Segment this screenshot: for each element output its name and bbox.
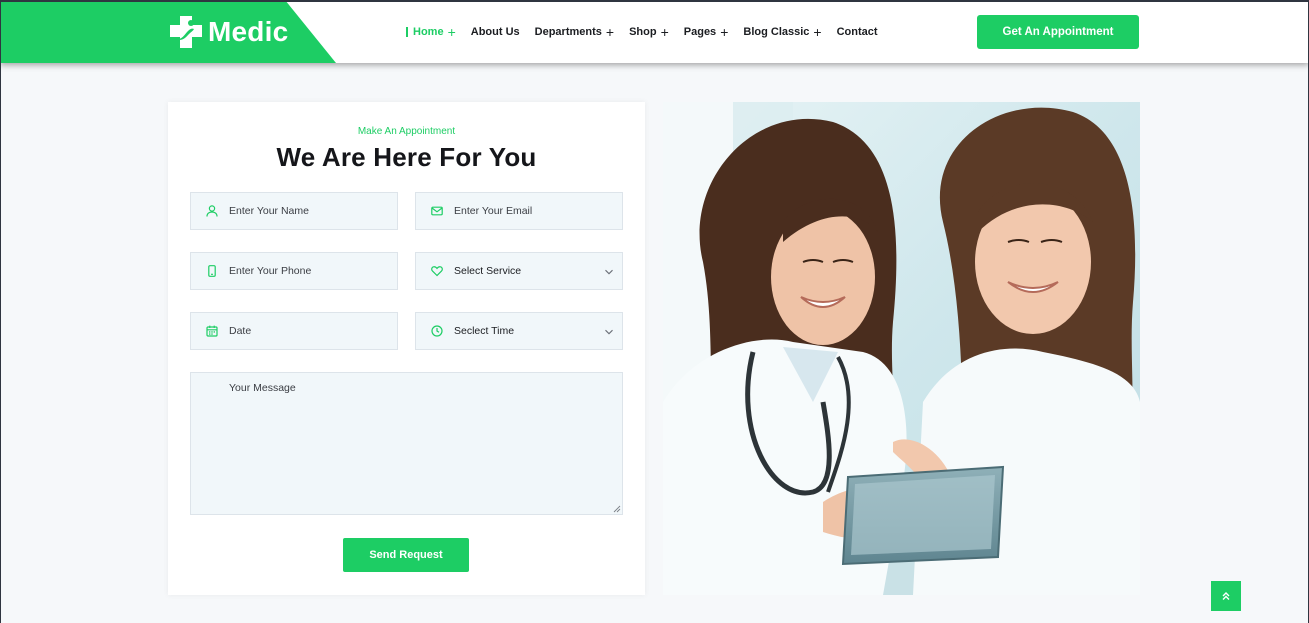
nav-label: Shop [629,26,657,38]
plus-icon: + [660,24,669,40]
nav-label: Pages [683,26,717,38]
get-appointment-button[interactable]: Get An Appointment [977,15,1139,49]
time-select[interactable]: Seclect Time [415,312,623,350]
time-value: Seclect Time [454,325,515,337]
resize-grip-icon[interactable] [613,505,621,513]
doctors-illustration [663,102,1140,595]
email-field[interactable]: Enter Your Email [415,192,623,230]
nav-label: Contact [836,26,878,38]
plus-icon: + [605,24,615,40]
date-field[interactable]: Date [190,312,398,350]
chevron-down-icon [605,269,613,275]
double-chevron-up-icon [1222,592,1230,600]
email-placeholder: Enter Your Email [454,205,533,217]
form-title: We Are Here For You [276,142,537,172]
phone-field[interactable]: Enter Your Phone [190,252,398,290]
send-request-button[interactable]: Send Request [343,538,469,572]
calendar-icon [206,325,218,337]
scroll-to-top-button[interactable] [1211,581,1241,611]
nav-label: About Us [470,26,520,38]
doctors-photo [663,102,1140,595]
plus-icon: + [813,24,822,40]
name-placeholder: Enter Your Name [229,205,309,217]
brand-name: Medic [208,16,289,47]
mobile-icon [208,265,216,277]
nav-label: Home [413,26,444,38]
logo[interactable]: Medic [168,15,288,49]
phone-placeholder: Enter Your Phone [229,265,312,277]
name-field[interactable]: Enter Your Name [190,192,398,230]
nav-item-departments[interactable]: Departments + [534,24,615,40]
nav-item-contact[interactable]: Contact [837,26,878,38]
service-select[interactable]: Select Service [415,252,623,290]
medical-cross-icon [170,16,202,48]
chevron-down-icon [605,329,613,335]
envelope-icon [431,206,443,216]
form-subtitle: Make An Appointment [357,126,456,137]
main-nav: Home + About Us Departments + Shop + Pag… [406,23,878,41]
nav-item-shop[interactable]: Shop + [629,24,669,40]
nav-label: Departments [534,26,602,38]
message-placeholder: Your Message [229,382,296,394]
message-textarea[interactable]: Your Message [190,372,623,515]
heart-icon [431,266,443,277]
service-value: Select Service [454,265,522,277]
plus-icon: + [720,24,729,40]
site-header: Medic Home + About Us Departments + Shop… [0,0,1309,63]
nav-item-pages[interactable]: Pages + [683,24,729,40]
nav-label: Blog Classic [743,26,810,38]
appointment-form-card: Make An Appointment We Are Here For You … [168,102,645,595]
nav-item-home[interactable]: Home + [406,24,456,40]
date-placeholder: Date [229,325,252,337]
nav-item-blog-classic[interactable]: Blog Classic + [743,24,822,40]
plus-icon: + [447,24,456,40]
user-icon [206,205,218,217]
nav-item-about-us[interactable]: About Us [471,26,520,38]
clock-icon [431,325,443,337]
